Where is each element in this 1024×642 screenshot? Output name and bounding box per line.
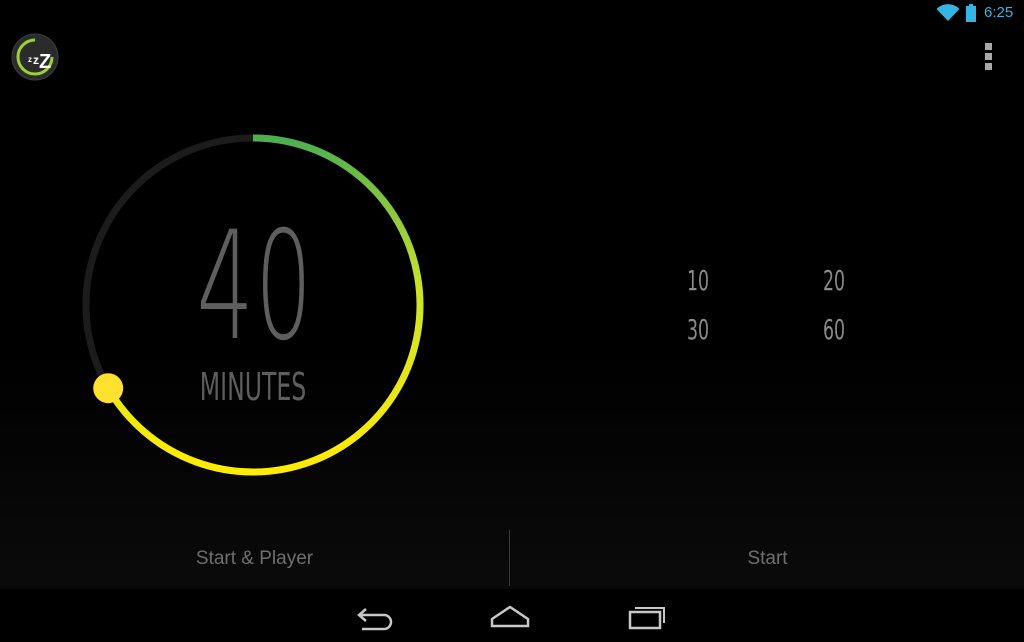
timer-unit-label: MINUTES (199, 365, 307, 409)
sleep-timer-logo[interactable]: z z Z (11, 33, 59, 81)
navigation-bar (0, 589, 1024, 642)
preset-20-button[interactable]: 20 (815, 264, 852, 298)
overflow-menu-icon[interactable] (976, 40, 1002, 74)
wifi-icon (936, 4, 960, 21)
recents-icon[interactable] (622, 599, 670, 633)
svg-text:z: z (28, 55, 32, 64)
button-divider (509, 530, 510, 586)
preset-10-button[interactable]: 10 (679, 264, 716, 298)
svg-text:Z: Z (39, 51, 51, 73)
start-and-player-button[interactable]: Start & Player (0, 530, 509, 587)
preset-30-button[interactable]: 30 (679, 313, 716, 347)
sleep-timer-screen: 6:25 z z Z 40 MINUTES 10 20 30 60 Start … (0, 0, 1024, 642)
bottom-button-bar: Start & Player Start (0, 530, 1024, 587)
back-icon[interactable] (350, 599, 398, 633)
battery-icon (966, 4, 976, 22)
timer-value: 40 (196, 200, 314, 374)
status-time: 6:25 (984, 4, 1014, 21)
status-bar: 6:25 (0, 0, 1024, 28)
preset-60-button[interactable]: 60 (815, 313, 852, 347)
home-icon[interactable] (486, 599, 534, 633)
dial-handle[interactable] (93, 373, 124, 404)
start-button[interactable]: Start (511, 530, 1024, 587)
